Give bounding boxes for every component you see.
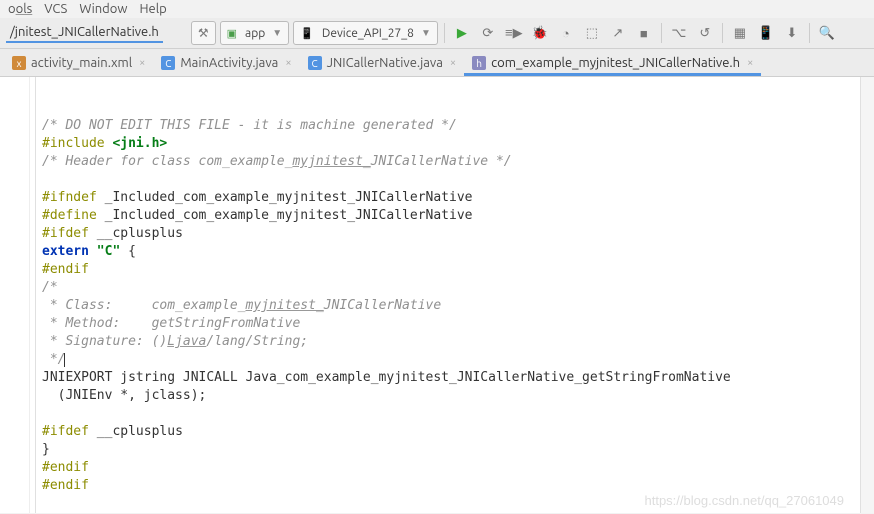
separator — [661, 23, 662, 43]
separator — [722, 23, 723, 43]
menu-help[interactable]: Help — [139, 2, 166, 16]
close-icon[interactable]: × — [450, 57, 456, 69]
separator — [444, 23, 445, 43]
run-arrow-icon[interactable]: ≡▶ — [503, 22, 525, 44]
tab-label: activity_main.xml — [31, 56, 132, 70]
tab-jnicallernative-java[interactable]: C JNICallerNative.java × — [300, 52, 465, 76]
device-selector[interactable]: Device_API_27_8▼ — [293, 21, 438, 45]
header-file-icon: h — [472, 56, 486, 70]
run-icon[interactable]: ▶ — [451, 22, 473, 44]
menu-window[interactable]: Window — [79, 2, 127, 16]
tab-label: JNICallerNative.java — [327, 56, 443, 70]
menu-bar: ools VCS Window Help — [0, 0, 874, 18]
xml-file-icon: x — [12, 56, 26, 70]
code-area[interactable]: /* DO NOT EDIT THIS FILE - it is machine… — [36, 77, 860, 513]
stop-icon[interactable]: ■ — [633, 22, 655, 44]
watermark: https://blog.csdn.net/qq_27061049 — [645, 493, 845, 508]
editor-tabs: x activity_main.xml × C MainActivity.jav… — [0, 49, 874, 77]
vertical-scrollbar[interactable] — [860, 77, 874, 513]
run-config-selector[interactable]: app▼ — [220, 21, 290, 45]
menu-vcs[interactable]: VCS — [44, 2, 67, 16]
layout-inspector-icon[interactable]: ▦ — [729, 22, 751, 44]
tab-jnicallernative-h[interactable]: h com_example_myjnitest_JNICallerNative.… — [464, 52, 761, 76]
debug-icon[interactable]: 🐞 — [529, 22, 551, 44]
tab-label: com_example_myjnitest_JNICallerNative.h — [491, 56, 740, 70]
avd-manager-icon[interactable]: 📱 — [755, 22, 777, 44]
toolbar: /jnitest_JNICallerNative.h app▼ Device_A… — [0, 18, 874, 49]
dropdown-icon: ▼ — [272, 27, 282, 39]
close-icon[interactable]: × — [139, 57, 145, 69]
close-icon[interactable]: × — [747, 57, 753, 69]
git-icon[interactable]: ⌥ — [668, 22, 690, 44]
editor: /* DO NOT EDIT THIS FILE - it is machine… — [0, 77, 874, 513]
tab-mainactivity-java[interactable]: C MainActivity.java × — [153, 52, 299, 76]
text-caret — [64, 353, 65, 367]
build-button[interactable] — [191, 21, 216, 45]
dropdown-icon: ▼ — [421, 27, 431, 39]
menu-tools[interactable]: ools — [8, 2, 32, 16]
attach-icon[interactable]: ↗ — [607, 22, 629, 44]
apply-changes-icon[interactable]: ⟳ — [477, 22, 499, 44]
sync-icon[interactable]: ↺ — [694, 22, 716, 44]
editor-gutter[interactable] — [0, 77, 36, 513]
java-file-icon: C — [308, 56, 322, 70]
nav-breadcrumb-file[interactable]: /jnitest_JNICallerNative.h — [6, 23, 163, 43]
tab-activity-main-xml[interactable]: x activity_main.xml × — [4, 52, 153, 76]
close-icon[interactable]: × — [285, 57, 291, 69]
tab-label: MainActivity.java — [180, 56, 278, 70]
search-icon[interactable]: 🔍 — [816, 22, 838, 44]
java-file-icon: C — [161, 56, 175, 70]
separator — [809, 23, 810, 43]
profile-icon[interactable]: ◔ — [555, 22, 577, 44]
sdk-manager-icon[interactable]: ⬇ — [781, 22, 803, 44]
coverage-icon[interactable]: ⬚ — [581, 22, 603, 44]
